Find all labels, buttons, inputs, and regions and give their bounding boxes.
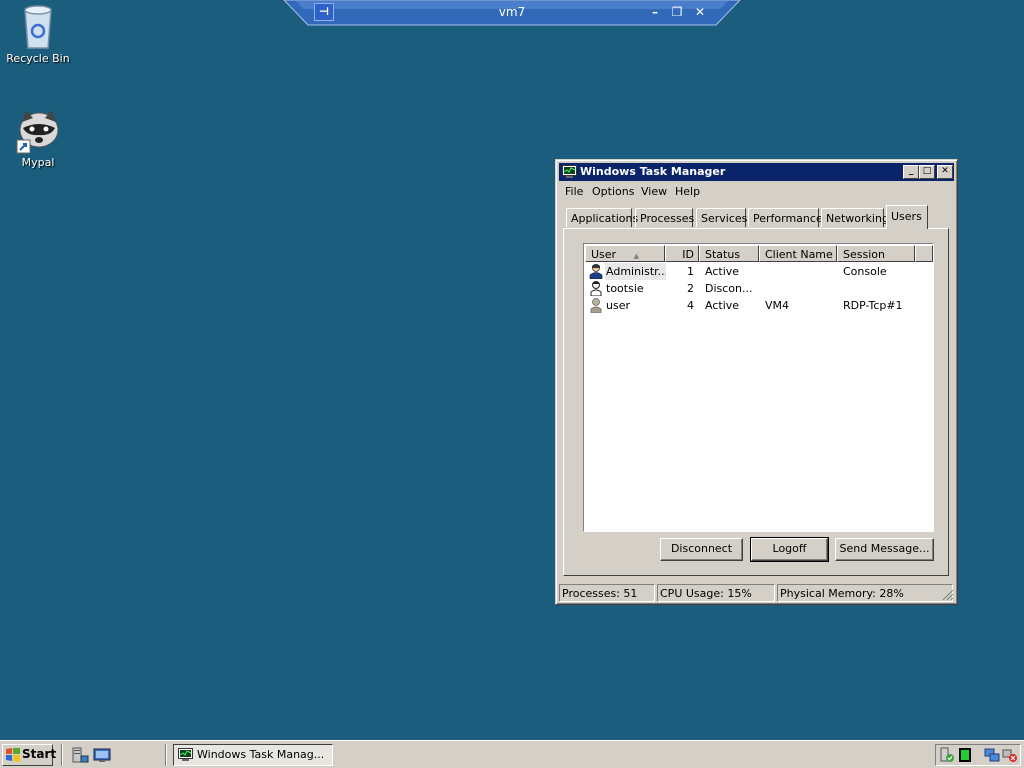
resize-grip-icon[interactable] [942,589,954,601]
taskbar-button-label: Windows Task Manag... [197,748,325,761]
cell-session: RDP-Tcp#1 [843,299,903,312]
tab-performance[interactable]: Performance [748,208,823,227]
admin-user-icon [589,264,603,279]
menu-help[interactable]: Help [675,185,700,198]
users-list[interactable]: User ▲ ID Status Client Name Session Adm… [583,243,934,532]
rdp-minimize-button[interactable]: – [647,4,663,20]
status-cpu-usage: CPU Usage: 15% [657,584,775,602]
maximize-button[interactable]: □ [919,165,935,179]
column-header-user[interactable]: User ▲ [585,245,665,262]
taskbar: Start Windows Task Manag... [0,740,1024,768]
column-header-session[interactable]: Session [837,245,915,262]
network-error-icon[interactable] [1002,747,1018,763]
show-desktop-icon[interactable] [93,746,111,764]
tab-users[interactable]: Users [886,205,928,229]
cell-client-name: VM4 [765,299,790,312]
toolbar-separator [61,744,63,766]
cell-user: tootsie [606,282,644,295]
table-row[interactable]: Administr... 1 Active Console [585,263,932,280]
cell-status: Active [705,265,740,278]
column-header-status[interactable]: Status [699,245,759,262]
cell-user: Administr... [605,263,666,280]
cell-status: Discon... [705,282,753,295]
start-label: Start [22,747,57,761]
task-manager-tray-icon[interactable] [939,747,955,763]
rdp-title: vm7 [498,5,526,19]
desktop-icon-mypal[interactable]: Mypal [0,108,76,169]
table-row[interactable]: tootsie 2 Discon... [585,280,932,297]
start-button[interactable]: Start [2,744,57,766]
send-message-button[interactable]: Send Message... [835,538,934,561]
task-manager-icon [178,748,193,761]
task-manager-icon [562,165,577,178]
menu-options[interactable]: Options [592,185,634,198]
generic-user-icon [590,298,602,313]
sort-ascending-icon: ▲ [633,252,639,260]
status-physical-memory: Physical Memory: 28% [777,584,953,602]
toolbar-separator [165,744,167,766]
rdp-close-button[interactable]: ✕ [692,4,708,20]
taskbar-button-task-manager[interactable]: Windows Task Manag... [173,744,333,766]
cell-id: 2 [687,282,694,295]
cell-id: 4 [687,299,694,312]
desktop-icon-label: Recycle Bin [6,52,70,65]
column-user-label: User [591,248,617,261]
tab-applications[interactable]: Applications [566,208,638,227]
tab-networking[interactable]: Networking [821,208,889,227]
minimize-button[interactable]: _ [903,165,919,179]
title-bar[interactable]: Windows Task Manager _ □ ✕ [559,163,954,181]
status-processes: Processes: 51 [559,584,655,602]
menu-bar: File Options View Help [559,182,954,201]
menu-file[interactable]: File [565,185,583,198]
user-icon [590,281,602,296]
tab-services[interactable]: Services [696,208,747,227]
cell-id: 1 [687,265,694,278]
windows-logo-icon [6,748,20,762]
rdp-restore-button[interactable]: ❐ [669,4,685,20]
menu-view[interactable]: View [641,185,667,198]
task-manager-window: Windows Task Manager _ □ ✕ File Options … [555,159,958,605]
window-title: Windows Task Manager [580,165,726,178]
column-header-filler [915,245,933,262]
cell-status: Active [705,299,740,312]
logoff-button[interactable]: Logoff [750,537,829,562]
server-manager-icon[interactable] [71,746,89,764]
close-button[interactable]: ✕ [937,165,953,179]
cell-session: Console [843,265,887,278]
table-row[interactable]: user 4 Active VM4 RDP-Tcp#1 [585,297,932,314]
network-icon[interactable] [984,747,1002,763]
disconnect-button[interactable]: Disconnect [660,538,743,561]
column-header-id[interactable]: ID [665,245,699,262]
cpu-meter-icon[interactable] [959,748,971,762]
tab-processes[interactable]: Processes [635,208,694,227]
raccoon-app-icon [16,110,59,154]
status-bar: Processes: 51 CPU Usage: 15% Physical Me… [559,584,954,602]
desktop-icon-label: Mypal [21,156,55,169]
cell-user: user [606,299,630,312]
column-header-client-name[interactable]: Client Name [759,245,837,262]
system-tray [935,744,1021,766]
pin-icon[interactable]: ⊣ [314,3,334,21]
